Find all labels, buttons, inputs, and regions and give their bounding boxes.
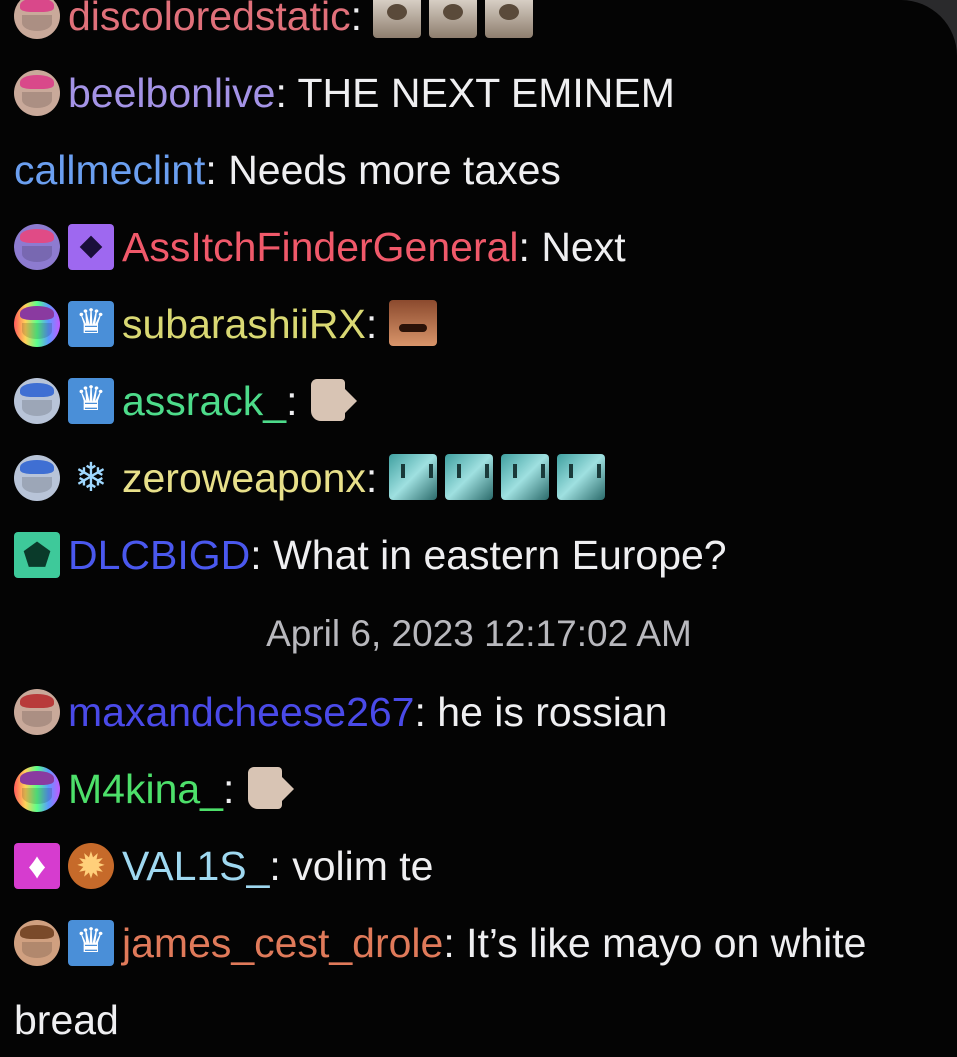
message-text: Next (541, 224, 626, 270)
user-avatar-icon[interactable] (14, 0, 60, 39)
diamond-badge-icon[interactable] (68, 224, 114, 270)
chat-message: assrack_: (14, 363, 944, 440)
chat-message: discoloredstatic: (14, 0, 944, 55)
chat-username[interactable]: james_cest_drole (122, 920, 443, 966)
colon-separator: : (222, 766, 246, 812)
chat-log[interactable]: discoloredstatic: beelbonlive: THE NEXT … (14, 0, 944, 1057)
colon-separator: : (350, 0, 374, 39)
colon-separator: : (250, 532, 274, 578)
user-avatar-icon[interactable] (14, 378, 60, 424)
chat-username[interactable]: subarashiiRX (122, 301, 366, 347)
colon-separator: : (365, 455, 389, 501)
teal-cat-emote-icon[interactable] (500, 454, 549, 500)
lion-badge-icon[interactable] (68, 843, 114, 889)
crown-badge-icon[interactable] (68, 916, 114, 966)
message-text: he is rossian (437, 689, 668, 735)
message-text: volim te (292, 843, 434, 889)
colon-separator: : (269, 843, 293, 889)
chat-username[interactable]: VAL1S_ (122, 843, 269, 889)
chat-message: beelbonlive: THE NEXT EMINEM (14, 55, 944, 132)
point-right-hand-emote-icon[interactable] (309, 377, 359, 423)
laughing-face-emote-icon[interactable] (388, 300, 437, 346)
chat-username[interactable]: discoloredstatic (68, 0, 351, 39)
chat-username[interactable]: M4kina_ (68, 766, 223, 812)
chat-message: zeroweaponx: (14, 440, 944, 517)
chat-window: discoloredstatic: beelbonlive: THE NEXT … (0, 0, 957, 1057)
user-avatar-icon[interactable] (14, 455, 60, 501)
cat-emote-icon[interactable] (373, 0, 422, 38)
chat-username[interactable]: DLCBIGD (68, 532, 250, 578)
chat-username[interactable]: maxandcheese267 (68, 689, 414, 735)
crown-badge-icon[interactable] (68, 297, 114, 347)
chat-message: AssItchFinderGeneral: Next (14, 209, 944, 286)
user-avatar-icon[interactable] (14, 920, 60, 966)
user-avatar-icon[interactable] (14, 224, 60, 270)
colon-separator: : (205, 147, 229, 193)
user-avatar-icon[interactable] (14, 689, 60, 735)
pentagon-badge-icon[interactable] (14, 532, 60, 578)
chat-timestamp: April 6, 2023 12:17:02 AM (266, 613, 692, 654)
colon-separator: : (286, 378, 309, 424)
snowflake-badge-icon[interactable] (68, 455, 114, 501)
colon-separator: : (443, 920, 467, 966)
chat-username[interactable]: zeroweaponx (122, 455, 366, 501)
crown-badge-icon[interactable] (68, 374, 114, 424)
colon-separator: : (414, 689, 438, 735)
cat-emote-icon[interactable] (429, 0, 478, 38)
chat-message: james_cest_drole: It’s like mayo on whit… (14, 905, 944, 1057)
colon-separator: : (365, 301, 389, 347)
colon-separator: : (518, 224, 542, 270)
chat-username[interactable]: beelbonlive (68, 70, 275, 116)
chat-username[interactable]: callmeclint (14, 147, 205, 193)
message-text: Needs more taxes (228, 147, 561, 193)
point-right-hand-emote-icon[interactable] (246, 765, 296, 811)
user-avatar-icon[interactable] (14, 766, 60, 812)
chat-username[interactable]: AssItchFinderGeneral (122, 224, 519, 270)
chat-message: subarashiiRX: (14, 286, 944, 363)
colon-separator: : (275, 70, 298, 116)
chat-message: VAL1S_: volim te (14, 828, 944, 905)
chat-username[interactable]: assrack_ (122, 378, 286, 424)
message-text: THE NEXT EMINEM (297, 70, 675, 116)
teal-cat-emote-icon[interactable] (444, 454, 493, 500)
chat-message: DLCBIGD: What in eastern Europe? (14, 517, 944, 594)
gem-badge-icon[interactable] (14, 843, 60, 889)
chat-message: maxandcheese267: he is rossian (14, 674, 944, 751)
chat-message: callmeclint: Needs more taxes (14, 132, 944, 209)
user-avatar-icon[interactable] (14, 70, 60, 116)
cat-emote-icon[interactable] (485, 0, 534, 38)
teal-cat-emote-icon[interactable] (556, 454, 605, 500)
teal-cat-emote-icon[interactable] (388, 454, 437, 500)
message-text: What in eastern Europe? (273, 532, 727, 578)
chat-message: M4kina_: (14, 751, 944, 828)
user-avatar-icon[interactable] (14, 301, 60, 347)
